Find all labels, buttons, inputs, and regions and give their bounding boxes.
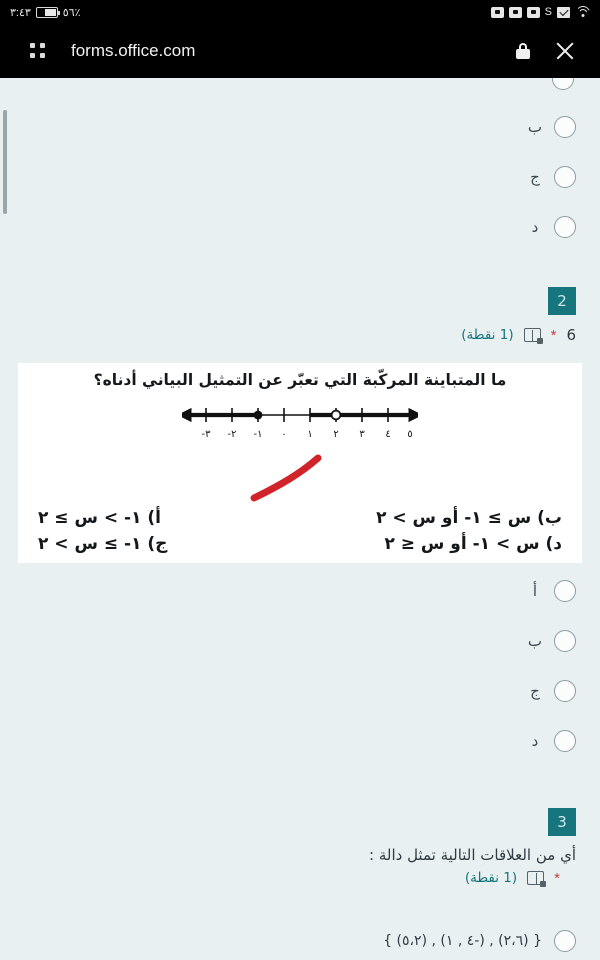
close-icon[interactable] — [554, 40, 576, 62]
svg-text:٥: ٥ — [407, 429, 412, 440]
q1-option-row-d[interactable]: د — [528, 216, 576, 238]
svg-text:٣-: ٣- — [202, 429, 212, 440]
page-scrollbar[interactable] — [3, 110, 7, 214]
phone-screen: ٣:٤٣ ٥٦٪ S forms.office.com ب ج د 2 6 * … — [0, 0, 600, 960]
read-aloud-icon[interactable] — [527, 871, 547, 887]
image-choice-row-1: ب) س ≥ ١- أو س > ٢ أ) ١- > س ≥ ٢ — [32, 505, 568, 531]
q1-option-row-j[interactable]: ج — [528, 166, 576, 188]
url-label[interactable]: forms.office.com — [71, 41, 516, 61]
image-choice-a: أ) ١- > س ≥ ٢ — [38, 508, 161, 528]
radio-button[interactable] — [554, 166, 576, 188]
image-choice-row-2: د) س > ١- أو س ≤ ٢ ج) ١- ≥ س > ٢ — [32, 531, 568, 557]
question-2-title: 6 — [566, 326, 576, 344]
svg-text:١: ١ — [307, 429, 312, 440]
status-bar: ٣:٤٣ ٥٦٪ S — [0, 0, 600, 24]
radio-button[interactable] — [554, 116, 576, 138]
question-2-header: 6 * (1 نقطة) — [461, 326, 576, 344]
apps-grid-icon[interactable] — [30, 42, 47, 60]
option-label: د — [531, 218, 539, 236]
question-2-number-badge: 2 — [548, 287, 576, 315]
q2-option-row-d[interactable]: د — [528, 730, 576, 752]
option-label: ج — [530, 682, 540, 700]
image-choice-d: د) س > ١- أو س ≤ ٢ — [384, 534, 562, 554]
svg-text:١-: ١- — [254, 429, 263, 440]
question-image-choices: ب) س ≥ ١- أو س > ٢ أ) ١- > س ≥ ٢ د) س > … — [32, 505, 568, 557]
question-3-title: أي من العلاقات التالية تمثل دالة : — [369, 846, 576, 864]
image-choice-c: ج) ١- ≥ س > ٢ — [38, 534, 168, 554]
image-choice-b: ب) س ≥ ١- أو س > ٢ — [376, 508, 562, 528]
question-3-meta: * (1 نقطة) — [464, 869, 560, 887]
battery-percent-label: ٥٦٪ — [62, 6, 81, 19]
app-badge-icon-3 — [526, 6, 540, 18]
option-label: ج — [530, 168, 540, 186]
q2-option-row-a[interactable]: أ — [528, 580, 576, 602]
signal-letter-label: S — [544, 6, 552, 18]
svg-text:٢-: ٢- — [228, 429, 237, 440]
radio-button[interactable] — [554, 580, 576, 602]
required-asterisk: * — [554, 869, 560, 887]
question-2-image[interactable]: ما المتباينة المركّبة التي تعبّر عن التم… — [18, 363, 582, 563]
radio-button[interactable] — [554, 216, 576, 238]
question-3-title-row: أي من العلاقات التالية تمثل دالة : — [369, 846, 576, 865]
svg-text:٠: ٠ — [281, 429, 286, 440]
form-page: ب ج د 2 6 * (1 نقطة) ما المتباينة المركّ… — [0, 78, 600, 960]
status-bar-left: ٣:٤٣ ٥٦٪ — [10, 6, 81, 19]
radio-button[interactable] — [554, 730, 576, 752]
q2-option-row-b[interactable]: ب — [528, 630, 576, 652]
app-badge-icon-2 — [508, 6, 522, 18]
option-label: { (٥،٢) , (٤ , ١-) , (٢،٦) } — [383, 933, 542, 949]
status-time: ٣:٤٣ — [10, 6, 31, 19]
radio-button[interactable] — [554, 630, 576, 652]
browser-toolbar: forms.office.com — [0, 24, 600, 78]
q2-option-row-j[interactable]: ج — [528, 680, 576, 702]
required-asterisk: * — [550, 326, 557, 344]
radio-button[interactable] — [554, 680, 576, 702]
status-bar-right: S — [490, 6, 590, 18]
question-2-points: (1 نقطة) — [461, 327, 514, 343]
svg-text:٢: ٢ — [333, 429, 338, 440]
q3-option-row-1[interactable]: { (٥،٢) , (٤ , ١-) , (٢،٦) } — [383, 930, 576, 952]
option-label: د — [531, 732, 539, 750]
question-image-prompt: ما المتباينة المركّبة التي تعبّر عن التم… — [93, 371, 507, 389]
read-aloud-icon[interactable] — [523, 328, 543, 344]
lock-icon — [516, 43, 530, 59]
option-label: ب — [527, 118, 542, 136]
q1-option-row-b[interactable]: ب — [528, 116, 576, 138]
option-label: أ — [532, 582, 538, 600]
option-label: ب — [527, 632, 542, 650]
radio-option-clipped[interactable] — [552, 78, 574, 90]
number-line-graphic: ٣- ٢- ١- ٠ ١ ٢ ٣ ٤ ٥ — [18, 401, 582, 445]
svg-text:٤: ٤ — [385, 429, 390, 440]
app-badge-icon-1 — [490, 6, 504, 18]
wifi-icon — [575, 6, 590, 18]
mail-icon — [557, 6, 570, 18]
svg-text:٣: ٣ — [359, 429, 365, 440]
radio-button[interactable] — [554, 930, 576, 952]
battery-icon — [35, 6, 60, 18]
question-3-points: (1 نقطة) — [464, 870, 518, 886]
question-3-number-badge: 3 — [548, 808, 576, 836]
